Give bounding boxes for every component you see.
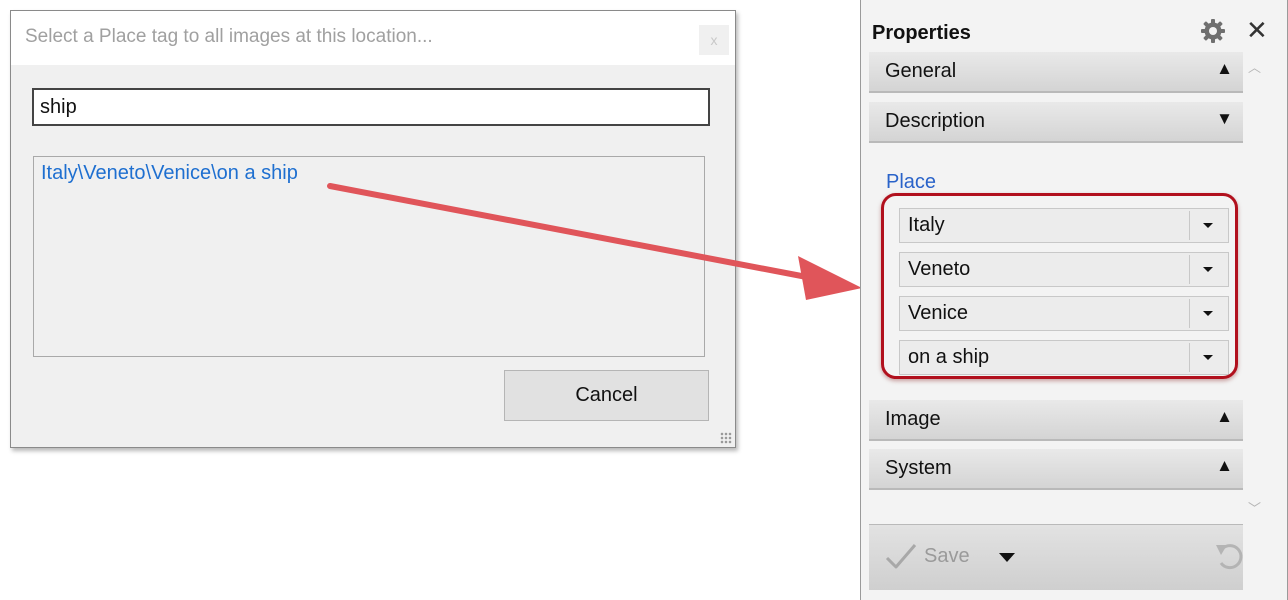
chevron-up-icon: ▲ [1216, 59, 1233, 78]
place-label: Place [886, 171, 937, 193]
panel-title: Properties [872, 22, 971, 44]
save-options-dropdown-icon[interactable] [999, 553, 1015, 562]
scroll-up-icon[interactable]: ︿ [1248, 57, 1261, 76]
close-icon[interactable]: ✕ [1246, 15, 1268, 45]
panel-footer: Save [869, 524, 1243, 590]
gear-icon[interactable] [1199, 17, 1227, 45]
chevron-down-icon: ▼ [1216, 109, 1233, 128]
save-button[interactable]: Save [924, 545, 970, 568]
undo-icon[interactable] [1213, 539, 1247, 573]
panel-header: Properties ✕ [861, 0, 1287, 50]
section-image-label: Image [885, 408, 941, 430]
section-general-label: General [885, 60, 957, 82]
section-description-label: Description [885, 110, 986, 132]
section-image[interactable]: Image ▲ [869, 400, 1243, 441]
section-system[interactable]: System ▲ [869, 449, 1243, 490]
annotation-highlight [881, 193, 1238, 379]
properties-panel: Properties ✕ General ▲ Description ▼ Pla… [860, 0, 1288, 600]
scroll-down-icon[interactable]: ﹀ [1248, 498, 1261, 517]
check-icon [885, 544, 917, 569]
chevron-up-icon: ▲ [1216, 456, 1233, 475]
section-system-label: System [885, 457, 952, 479]
annotation-arrow-head [798, 256, 862, 300]
vertical-scrollbar[interactable]: ︿ ﹀ [1245, 52, 1267, 522]
chevron-up-icon: ▲ [1216, 407, 1233, 426]
section-general[interactable]: General ▲ [869, 52, 1243, 93]
section-description[interactable]: Description ▼ [869, 102, 1243, 143]
annotation-arrow-shaft [327, 183, 815, 281]
